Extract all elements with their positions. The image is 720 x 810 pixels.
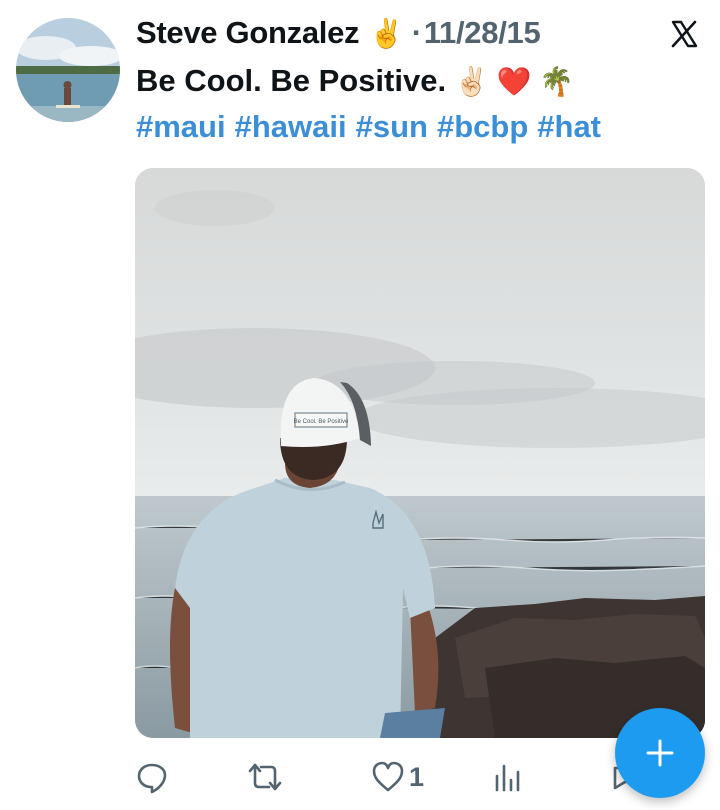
hashtag-maui[interactable]: #maui xyxy=(136,109,226,144)
tweet-header: Steve Gonzalez ✌️ · 11/28/15 Be Cool. Be… xyxy=(136,14,704,146)
hashtag-hat[interactable]: #hat xyxy=(537,109,601,144)
tweet-photo[interactable]: Be Cool. Be Positive xyxy=(135,168,705,738)
avatar-image xyxy=(16,18,120,122)
display-name[interactable]: Steve Gonzalez xyxy=(136,15,360,51)
hashtag-hawaii[interactable]: #hawaii xyxy=(235,109,347,144)
views-icon xyxy=(495,764,520,792)
timestamp[interactable]: 11/28/15 xyxy=(424,15,541,51)
peace-emoji: ✌️ xyxy=(369,17,404,49)
retweet-button[interactable] xyxy=(247,755,283,799)
tweet-meta-line: Steve Gonzalez ✌️ · 11/28/15 xyxy=(136,14,704,52)
hashtag-bcbp[interactable]: #bcbp xyxy=(437,109,528,144)
close-icon xyxy=(671,20,698,48)
hat-patch-text: Be Cool. Be Positive xyxy=(294,419,349,425)
reply-button[interactable] xyxy=(135,755,169,799)
like-button[interactable]: 1 xyxy=(371,755,424,799)
photo-man-by-ocean: Be Cool. Be Positive xyxy=(135,168,705,738)
heart-icon xyxy=(372,761,404,792)
tweet-text: Be Cool. Be Positive. ✌🏻 ❤️ 🌴 xyxy=(136,62,704,101)
compose-button[interactable] xyxy=(615,708,705,798)
retweet-icon xyxy=(248,763,282,791)
separator-dot: · xyxy=(411,15,422,50)
views-button[interactable] xyxy=(493,755,523,799)
reply-icon xyxy=(137,763,167,794)
hashtag-sun[interactable]: #sun xyxy=(356,109,428,144)
plus-icon xyxy=(646,739,674,767)
avatar[interactable] xyxy=(16,18,120,122)
like-count: 1 xyxy=(409,761,425,792)
close-button[interactable] xyxy=(664,14,704,54)
hashtag-list: #maui #hawaii #sun #bcbp #hat xyxy=(136,108,704,146)
tweet-text-emojis: ✌🏻 ❤️ 🌴 xyxy=(454,66,575,97)
tweet-text-body: Be Cool. Be Positive. xyxy=(136,63,447,98)
